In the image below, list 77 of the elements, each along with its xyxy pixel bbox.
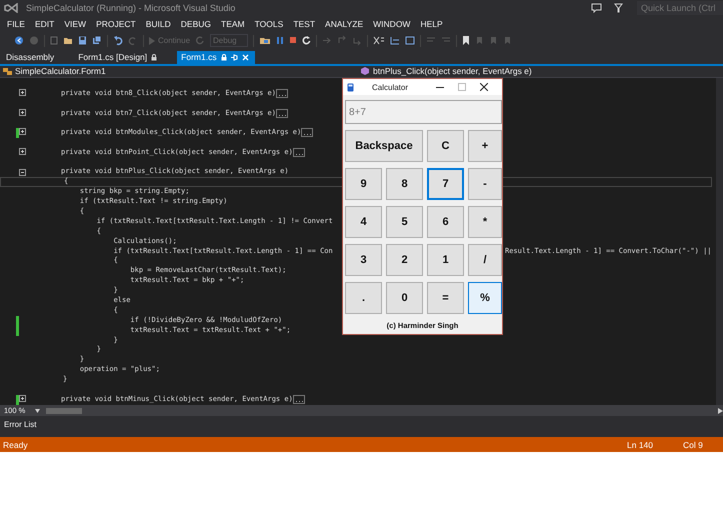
right-arrow-icon[interactable] xyxy=(718,408,723,414)
class-icon xyxy=(3,67,12,76)
ellipsis-box-icon[interactable] xyxy=(301,128,314,138)
new-project-icon[interactable] xyxy=(50,35,58,46)
column-number: Col 9 xyxy=(683,440,704,450)
collapse-icon[interactable] xyxy=(19,168,26,176)
bookmark-icon[interactable] xyxy=(462,35,470,46)
menu-item[interactable]: TOOLS xyxy=(250,18,288,29)
menu-item[interactable]: PROJECT xyxy=(91,18,141,29)
window-title: SimpleCalculator (Running) - Microsoft Visual Studio xyxy=(26,2,236,13)
document-tab[interactable]: Disassembly xyxy=(2,50,60,64)
ellipsis-box-icon[interactable] xyxy=(292,394,305,404)
menu-item[interactable]: BUILD xyxy=(140,18,176,29)
calculator-button[interactable]: 5 xyxy=(386,206,423,238)
ellipsis-box-icon[interactable] xyxy=(276,108,288,118)
calculator-button[interactable]: Backspace xyxy=(345,130,423,162)
calculator-button[interactable]: 6 xyxy=(427,206,464,238)
calculator-button[interactable]: * xyxy=(468,206,502,238)
menu-item[interactable]: TEST xyxy=(288,18,320,29)
pin-icon[interactable] xyxy=(230,54,238,60)
calculator-button[interactable]: 1 xyxy=(427,244,464,276)
funnel-icon[interactable] xyxy=(614,2,623,13)
error-list-tab[interactable]: Error List xyxy=(0,416,723,430)
ellipsis-box-icon[interactable] xyxy=(292,148,305,157)
member-dropdown[interactable]: btnPlus_Click(object sender, EventArgs e) xyxy=(358,66,532,76)
calculator-button[interactable]: - xyxy=(468,168,502,200)
calculator-button[interactable]: 9 xyxy=(345,168,382,200)
status-message: Ready xyxy=(2,440,29,450)
calculator-button[interactable]: / xyxy=(468,244,502,276)
calculator-button[interactable]: 2 xyxy=(386,244,423,276)
calculator-button[interactable]: 3 xyxy=(345,244,382,276)
expand-icon[interactable] xyxy=(19,394,26,402)
caret-icon[interactable] xyxy=(35,408,40,413)
speech-bubble-icon[interactable] xyxy=(591,2,602,13)
save-icon[interactable] xyxy=(78,35,87,46)
menu-item[interactable]: FILE xyxy=(2,18,30,29)
menu-item[interactable]: VIEW xyxy=(59,18,92,29)
save-all-icon[interactable] xyxy=(92,35,102,46)
app-icon xyxy=(347,82,354,92)
document-tab[interactable]: Form1.cs [Design] xyxy=(74,50,164,64)
calculator-button[interactable]: + xyxy=(468,130,502,162)
calculator-button[interactable]: = xyxy=(427,282,464,314)
pause-icon[interactable] xyxy=(276,35,284,46)
quick-launch-field[interactable]: Quick Launch (Ctrl xyxy=(637,0,723,15)
calculator-button[interactable]: % xyxy=(468,282,502,314)
menu-item[interactable]: HELP xyxy=(415,18,448,29)
logo-icon xyxy=(4,2,18,13)
back-icon[interactable] xyxy=(14,35,24,46)
vertical-scrollbar[interactable] xyxy=(716,78,723,406)
calculator-button[interactable]: 8 xyxy=(386,168,423,200)
calculator-button[interactable]: 0 xyxy=(386,282,423,314)
expand-icon[interactable] xyxy=(19,108,26,116)
menu-item[interactable]: WINDOW xyxy=(368,18,416,29)
calculator-button[interactable]: 7 xyxy=(427,168,464,200)
restart-icon[interactable] xyxy=(195,35,206,46)
calculator-button[interactable]: 4 xyxy=(345,206,382,238)
undo-icon[interactable] xyxy=(113,35,123,46)
menu-item[interactable]: EDIT xyxy=(30,18,60,29)
play-icon xyxy=(149,36,155,45)
menu-item[interactable]: TEAM xyxy=(216,18,250,29)
class-dropdown[interactable]: SimpleCalculator.Form1 xyxy=(0,66,358,76)
menu-item[interactable]: DEBUG xyxy=(176,18,216,29)
close-icon[interactable] xyxy=(480,83,488,91)
restart-icon[interactable] xyxy=(302,35,311,46)
menu-item[interactable]: ANALYZE xyxy=(320,18,368,29)
result-field[interactable]: 8+7 xyxy=(345,100,502,124)
expand-icon[interactable] xyxy=(19,148,26,155)
expand-icon[interactable] xyxy=(19,128,26,136)
calculator-button[interactable]: C xyxy=(427,130,464,162)
folder-icon[interactable] xyxy=(258,35,271,46)
calculator-title: Calculator xyxy=(372,82,410,92)
document-tab[interactable]: Form1.cs xyxy=(177,50,255,64)
folder-icon[interactable] xyxy=(63,35,73,46)
line-number: Ln 140 xyxy=(627,440,654,450)
expand-icon[interactable] xyxy=(19,89,26,96)
ellipsis-box-icon[interactable] xyxy=(276,89,288,98)
calculator-button[interactable]: . xyxy=(345,282,382,314)
